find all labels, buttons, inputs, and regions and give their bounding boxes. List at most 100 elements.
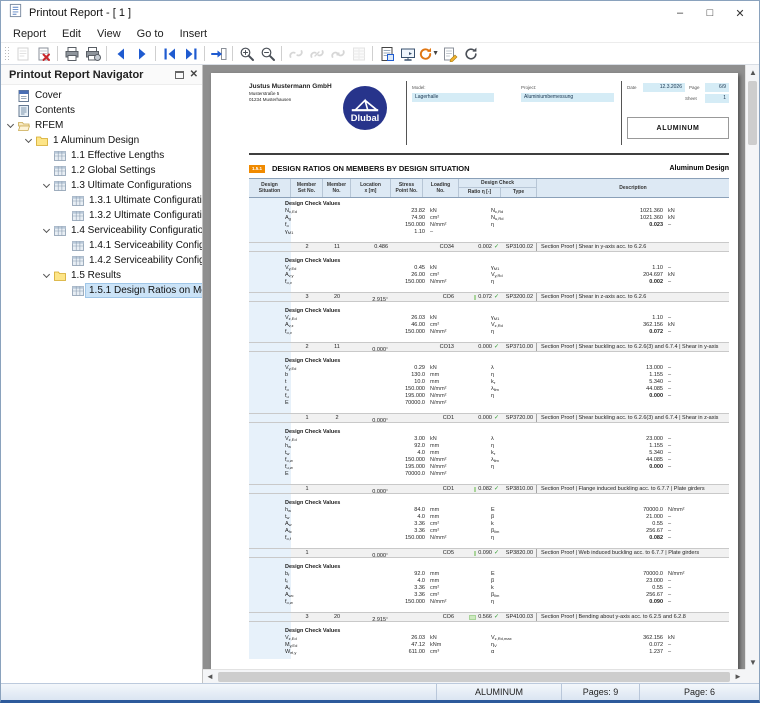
check-symbol: k — [491, 585, 601, 592]
menu-item-insert[interactable]: Insert — [172, 27, 216, 41]
check-unit: mm — [425, 372, 491, 379]
horizontal-scrollbar[interactable]: ◄ ► — [203, 669, 745, 683]
expander-slot[interactable] — [39, 275, 54, 277]
tree-item-label: Contents — [32, 104, 78, 117]
check-passed-icon: ✓ — [494, 243, 499, 251]
last-page-button[interactable] — [180, 44, 201, 63]
check-passed-icon: ✓ — [494, 343, 499, 351]
extreme-location-marker: x — [386, 551, 388, 556]
check-unit: N/mm² — [663, 507, 729, 514]
tree-item-1-aluminum-design[interactable]: 1 Aluminum Design — [1, 133, 202, 148]
indent — [249, 329, 285, 336]
tree-item-1-2-global-settings[interactable]: 1.2 Global Settings — [1, 163, 202, 178]
check-value: 4.0 — [365, 450, 425, 457]
scroll-up-arrow[interactable]: ▲ — [746, 65, 759, 79]
check-unit: cm² — [425, 272, 491, 279]
tree-item-1-1-effective-lengths[interactable]: 1.1 Effective Lengths — [1, 148, 202, 163]
tree-item-1-3-ultimate-configurations[interactable]: 1.3 Ultimate Configurations — [1, 178, 202, 193]
scroll-down-arrow[interactable]: ▼ — [746, 655, 759, 669]
tree-item-1-4-1-serviceability-configur[interactable]: 1.4.1 Serviceability Configur... — [1, 238, 202, 253]
page-number-value: 6/9 — [705, 83, 729, 92]
check-unit: – — [663, 528, 729, 535]
zoom-out-button[interactable] — [257, 44, 278, 63]
previous-page-button[interactable] — [110, 44, 131, 63]
close-button[interactable]: ✕ — [725, 1, 755, 25]
chevron-down-icon[interactable] — [43, 180, 50, 187]
check-unit: – — [663, 535, 729, 542]
check-symbol: γM1 — [491, 315, 601, 322]
check-value: 0.45 — [365, 265, 425, 272]
tree-item-1-3-2-ultimate-configuration[interactable]: 1.3.2 Ultimate Configuration... — [1, 208, 202, 223]
print-batch-button[interactable] — [82, 44, 103, 63]
toolbar-separator — [372, 46, 373, 61]
cell-description: Section Proof | Shear buckling acc. to 6… — [537, 414, 729, 422]
cell-design-ratio: 0.072✓ — [459, 293, 501, 301]
expander-slot[interactable] — [3, 125, 18, 127]
tree-item-label: 1.1 Effective Lengths — [68, 149, 167, 162]
check-value: 47.12 — [365, 642, 425, 649]
remove-from-report-button[interactable] — [33, 44, 54, 63]
minimize-button[interactable]: – — [665, 1, 695, 25]
tree-item-label: 1.5.1 Design Ratios on Memb... — [86, 284, 202, 297]
chevron-down-icon[interactable] — [7, 120, 14, 127]
sync-model-button[interactable]: ▼ — [418, 44, 439, 63]
tree-item-cover[interactable]: Cover — [1, 88, 202, 103]
design-check-value-row: fo,f150.000N/mm²η0.082– — [249, 535, 729, 542]
close-panel-icon[interactable]: ✕ — [190, 69, 198, 80]
menu-item-edit[interactable]: Edit — [54, 27, 89, 41]
check-value: 150.000 — [365, 329, 425, 336]
go-to-page-button[interactable] — [208, 44, 229, 63]
check-symbol: β — [491, 578, 601, 585]
horizontal-scroll-thumb[interactable] — [218, 672, 730, 682]
expander-slot[interactable] — [39, 230, 54, 232]
design-check-values-title: Design Check Values — [249, 563, 729, 571]
print-button[interactable] — [61, 44, 82, 63]
check-symbol: Vy,Ed — [285, 265, 365, 272]
check-unit: mm — [425, 379, 491, 386]
tree-item-label: RFEM — [32, 119, 66, 132]
first-page-button[interactable] — [159, 44, 180, 63]
indent — [249, 571, 285, 578]
check-symbol: Ag — [285, 215, 365, 222]
tree-item-1-3-1-ultimate-configuration[interactable]: 1.3.1 Ultimate Configuration... — [1, 193, 202, 208]
expander-slot[interactable] — [21, 140, 36, 142]
vertical-scrollbar[interactable]: ▲ ▼ — [745, 65, 759, 669]
scroll-left-arrow[interactable]: ◄ — [203, 670, 217, 684]
contents-icon — [18, 105, 32, 117]
tree-item-1-5-1-design-ratios-on-memb[interactable]: 1.5.1 Design Ratios on Memb... — [1, 283, 202, 298]
menu-item-report[interactable]: Report — [5, 27, 54, 41]
maximize-button[interactable]: □ — [695, 1, 725, 25]
date-value: 12.3.2026 — [643, 83, 685, 92]
check-value: 26.03 — [365, 635, 425, 642]
ratio-bar — [474, 551, 476, 556]
vertical-scroll-thumb[interactable] — [748, 81, 757, 145]
tree-item-rfem[interactable]: RFEM — [1, 118, 202, 133]
float-panel-icon[interactable] — [175, 71, 184, 79]
check-value: 0.29 — [365, 365, 425, 372]
refresh-button[interactable] — [460, 44, 481, 63]
next-page-button[interactable] — [131, 44, 152, 63]
indent — [249, 400, 285, 407]
edit-report-button[interactable] — [439, 44, 460, 63]
scroll-right-arrow[interactable]: ► — [731, 670, 745, 684]
page-setup-button[interactable] — [376, 44, 397, 63]
menu-item-view[interactable]: View — [89, 27, 129, 41]
chevron-down-icon[interactable] — [25, 135, 32, 142]
chevron-down-icon[interactable] — [43, 225, 50, 232]
chevron-down-icon[interactable] — [43, 270, 50, 277]
zoom-in-button[interactable] — [236, 44, 257, 63]
check-symbol: E — [285, 400, 365, 407]
tree-item-1-5-results[interactable]: 1.5 Results — [1, 268, 202, 283]
tree-item-1-4-serviceability-configurations[interactable]: 1.4 Serviceability Configurations — [1, 223, 202, 238]
cell-location-x: 0.000x — [351, 414, 391, 422]
dropdown-arrow-icon[interactable]: ▼ — [432, 50, 439, 57]
check-unit: N/mm² — [425, 393, 491, 400]
screen-view-button[interactable] — [397, 44, 418, 63]
expander-slot[interactable] — [39, 185, 54, 187]
tree-item-1-4-2-serviceability-configur[interactable]: 1.4.2 Serviceability Configur... — [1, 253, 202, 268]
check-value: 130.0 — [365, 372, 425, 379]
cell-location-x: 2.915x — [351, 293, 391, 301]
toolbar-grip-handle[interactable] — [4, 46, 9, 62]
menu-item-go-to[interactable]: Go to — [129, 27, 172, 41]
tree-item-contents[interactable]: Contents — [1, 103, 202, 118]
